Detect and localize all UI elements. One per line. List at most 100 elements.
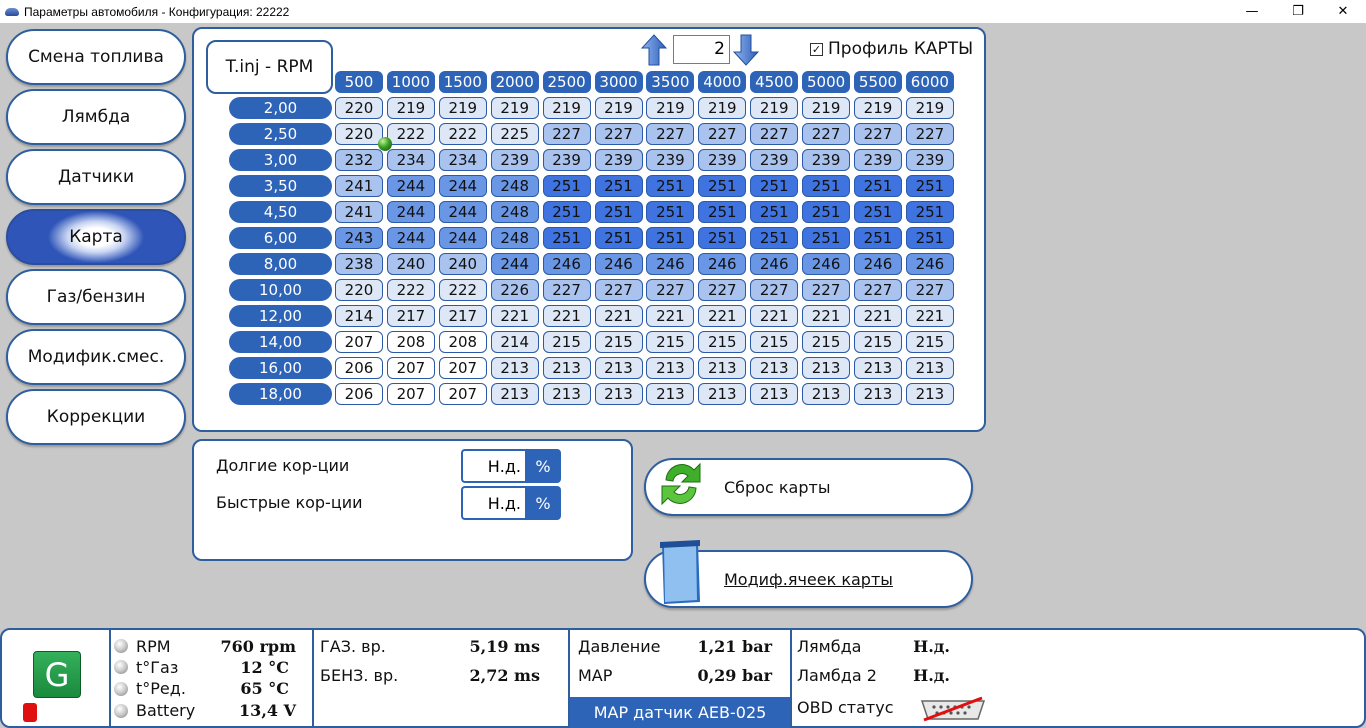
map-cell[interactable]: 251: [905, 201, 954, 223]
map-cell[interactable]: 221: [646, 305, 695, 327]
map-cell[interactable]: 221: [698, 305, 747, 327]
map-cell[interactable]: 227: [542, 123, 591, 145]
map-cell[interactable]: 251: [854, 201, 902, 223]
map-cell[interactable]: 213: [490, 357, 539, 379]
map-cell[interactable]: 227: [542, 279, 591, 301]
map-cell[interactable]: 215: [698, 331, 747, 353]
map-cell[interactable]: 227: [802, 123, 851, 145]
map-cell[interactable]: 227: [698, 279, 747, 301]
map-cell[interactable]: 246: [594, 253, 643, 275]
map-cell[interactable]: 244: [438, 175, 487, 197]
map-cell[interactable]: 207: [335, 331, 383, 353]
profile-map-checkbox[interactable]: ✓ Профиль КАРТЫ: [810, 39, 973, 59]
map-cell[interactable]: 219: [646, 97, 695, 119]
nav-map-button[interactable]: Карта: [6, 209, 186, 265]
map-cell[interactable]: 251: [542, 175, 591, 197]
map-cell[interactable]: 248: [490, 175, 539, 197]
close-button[interactable]: ✕: [1320, 0, 1366, 23]
map-cell[interactable]: 213: [542, 357, 591, 379]
map-cell[interactable]: 213: [646, 383, 695, 405]
map-cell[interactable]: 219: [905, 97, 954, 119]
map-cell[interactable]: 217: [438, 305, 487, 327]
map-cell[interactable]: 219: [386, 97, 435, 119]
map-cell[interactable]: 251: [750, 227, 799, 249]
map-cell[interactable]: 244: [386, 175, 435, 197]
map-cell[interactable]: 222: [438, 123, 487, 145]
map-cell[interactable]: 219: [802, 97, 851, 119]
map-cell[interactable]: 213: [698, 357, 747, 379]
map-cell[interactable]: 220: [335, 279, 383, 301]
map-cell[interactable]: 221: [750, 305, 799, 327]
map-cell[interactable]: 239: [646, 149, 695, 171]
map-cell[interactable]: 215: [750, 331, 799, 353]
map-cell[interactable]: 213: [905, 357, 954, 379]
map-cell[interactable]: 219: [542, 97, 591, 119]
nav-corrections-button[interactable]: Коррекции: [6, 389, 186, 445]
map-cell[interactable]: 206: [335, 383, 383, 405]
map-cell[interactable]: 232: [335, 149, 383, 171]
map-cell[interactable]: 251: [750, 201, 799, 223]
map-cell[interactable]: 213: [594, 383, 643, 405]
map-cell[interactable]: 251: [854, 227, 902, 249]
map-cell[interactable]: 213: [802, 383, 851, 405]
map-cell[interactable]: 240: [386, 253, 435, 275]
map-cell[interactable]: 251: [698, 175, 747, 197]
map-cell[interactable]: 246: [698, 253, 747, 275]
map-cell[interactable]: 219: [490, 97, 539, 119]
map-cell[interactable]: 213: [905, 383, 954, 405]
map-cell[interactable]: 214: [335, 305, 383, 327]
map-cell[interactable]: 246: [542, 253, 591, 275]
map-cell[interactable]: 244: [438, 227, 487, 249]
map-cell[interactable]: 251: [905, 227, 954, 249]
map-cell[interactable]: 213: [594, 357, 643, 379]
map-cell[interactable]: 251: [854, 175, 902, 197]
map-cell[interactable]: 234: [438, 149, 487, 171]
map-cell[interactable]: 248: [490, 201, 539, 223]
minimize-button[interactable]: —: [1229, 0, 1275, 23]
map-cell[interactable]: 221: [490, 305, 539, 327]
map-cell[interactable]: 251: [750, 175, 799, 197]
map-cell[interactable]: 227: [750, 123, 799, 145]
map-cell[interactable]: 215: [854, 331, 902, 353]
map-cell[interactable]: 206: [335, 357, 383, 379]
map-cell[interactable]: 219: [854, 97, 902, 119]
nav-mixture-mod-button[interactable]: Модифик.смес.: [6, 329, 186, 385]
map-cell[interactable]: 207: [386, 357, 435, 379]
nav-fuel-change-button[interactable]: Смена топлива: [6, 29, 186, 85]
map-cell[interactable]: 239: [490, 149, 539, 171]
arrow-down-icon[interactable]: [733, 34, 759, 66]
map-cell[interactable]: 208: [386, 331, 435, 353]
map-cell[interactable]: 222: [386, 279, 435, 301]
map-cell[interactable]: 239: [905, 149, 954, 171]
map-cell[interactable]: 251: [802, 227, 851, 249]
map-cell[interactable]: 221: [594, 305, 643, 327]
map-cell[interactable]: 227: [854, 279, 902, 301]
map-cell[interactable]: 226: [490, 279, 539, 301]
map-cell[interactable]: 215: [542, 331, 591, 353]
map-cell[interactable]: 215: [905, 331, 954, 353]
map-cell[interactable]: 221: [854, 305, 902, 327]
map-cell[interactable]: 241: [335, 201, 383, 223]
map-cell[interactable]: 219: [594, 97, 643, 119]
map-cell[interactable]: 251: [594, 201, 643, 223]
map-cell[interactable]: 227: [646, 279, 695, 301]
arrow-up-icon[interactable]: [641, 34, 667, 66]
map-cell[interactable]: 239: [698, 149, 747, 171]
nav-lambda-button[interactable]: Лямбда: [6, 89, 186, 145]
map-cell[interactable]: 213: [698, 383, 747, 405]
map-cell[interactable]: 213: [802, 357, 851, 379]
map-cell[interactable]: 251: [646, 175, 695, 197]
map-cell[interactable]: 207: [438, 383, 487, 405]
map-cell[interactable]: 215: [802, 331, 851, 353]
map-cell[interactable]: 219: [750, 97, 799, 119]
map-cell[interactable]: 227: [698, 123, 747, 145]
map-cell[interactable]: 227: [854, 123, 902, 145]
map-cell[interactable]: 222: [386, 123, 435, 145]
map-cell[interactable]: 234: [386, 149, 435, 171]
map-cell[interactable]: 239: [542, 149, 591, 171]
map-cell[interactable]: 251: [698, 201, 747, 223]
map-cell[interactable]: 220: [335, 123, 383, 145]
map-cell[interactable]: 227: [750, 279, 799, 301]
map-cell[interactable]: 246: [646, 253, 695, 275]
nav-gas-petrol-button[interactable]: Газ/бензин: [6, 269, 186, 325]
